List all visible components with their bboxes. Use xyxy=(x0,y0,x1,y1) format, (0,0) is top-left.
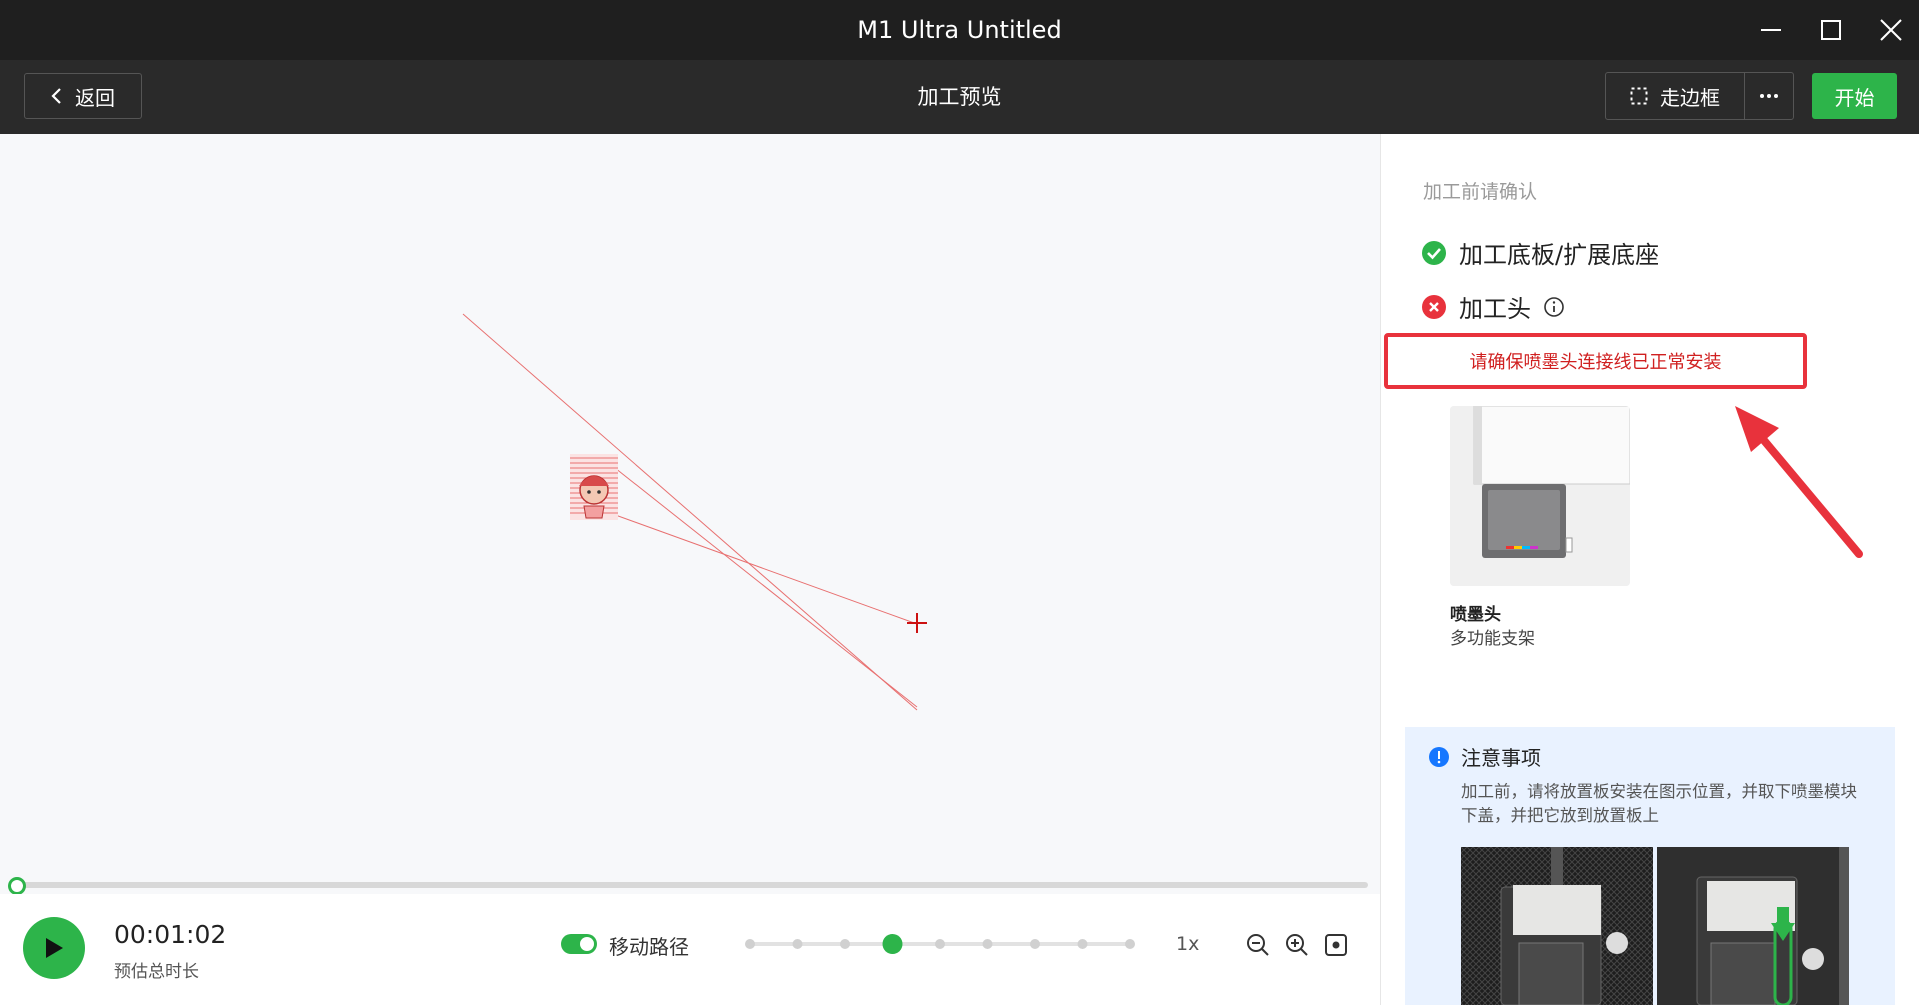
annotation-arrow-icon xyxy=(1735,406,1863,558)
info-circle-icon xyxy=(1429,746,1449,767)
travel-path-line xyxy=(584,503,918,625)
notice-title-text: 注意事项 xyxy=(1461,746,1541,770)
zoom-out-button[interactable] xyxy=(1246,933,1270,957)
info-circle-icon[interactable] xyxy=(1543,296,1565,318)
estimated-time-label: 预估总时长 xyxy=(114,962,199,982)
check-item-bed: 加工底板/扩展底座 xyxy=(1421,235,1659,270)
play-button[interactable] xyxy=(23,917,85,979)
fit-view-button[interactable] xyxy=(1324,933,1348,957)
progress-track[interactable] xyxy=(16,882,1368,888)
fit-view-icon xyxy=(1325,934,1347,956)
frame-button[interactable]: 走边框 xyxy=(1605,72,1745,120)
start-button[interactable]: 开始 xyxy=(1812,73,1897,119)
notice-title: 注意事项 xyxy=(1429,742,1541,771)
notice-text: 加工前，请将放置板安装在图示位置，并取下喷墨模块下盖，并把它放到放置板上 xyxy=(1461,782,1857,825)
notice-photo xyxy=(1461,847,1653,1005)
playback-bar: 00:01:02 预估总时长 移动路径 1x xyxy=(0,894,1380,1005)
speed-step xyxy=(935,939,945,949)
play-icon xyxy=(46,938,63,958)
module-subtitle: 多功能支架 xyxy=(1450,629,1535,649)
maximize-icon xyxy=(1821,20,1841,40)
travel-path-line xyxy=(609,463,918,708)
more-dots-icon xyxy=(1760,94,1778,98)
zoom-out-icon xyxy=(1247,934,1269,956)
back-button[interactable]: 返回 xyxy=(24,73,142,119)
progress-handle[interactable] xyxy=(8,877,26,895)
path-label: 移动路径 xyxy=(609,935,689,959)
frame-label: 走边框 xyxy=(1660,85,1720,110)
module-image-card[interactable] xyxy=(1450,406,1630,586)
maximize-button[interactable] xyxy=(1811,10,1851,50)
check-circle-icon xyxy=(1422,240,1446,265)
estimated-time-value: 00:01:02 xyxy=(114,920,227,949)
confirm-heading: 加工前请确认 xyxy=(1423,181,1538,203)
zoom-in-icon xyxy=(1286,934,1308,956)
speed-step xyxy=(1125,939,1135,949)
path-toggle[interactable] xyxy=(561,934,597,954)
speed-step xyxy=(840,939,850,949)
minimize-button[interactable] xyxy=(1751,10,1791,50)
dashed-square-icon xyxy=(1630,87,1648,105)
check-item-label: 加工头 xyxy=(1459,295,1531,323)
speed-label: 1x xyxy=(1176,933,1200,955)
module-title: 喷墨头 xyxy=(1450,605,1501,625)
close-circle-icon xyxy=(1422,294,1446,319)
close-button[interactable] xyxy=(1871,10,1911,50)
preview-canvas[interactable]: 00:01:02 预估总时长 移动路径 1x xyxy=(0,134,1380,1005)
more-button[interactable] xyxy=(1744,72,1794,120)
placement-board-image xyxy=(1657,847,1849,1005)
placement-board-image xyxy=(1461,847,1653,1005)
origin-crosshair-icon xyxy=(907,613,927,633)
travel-path-line xyxy=(462,313,918,711)
zoom-in-button[interactable] xyxy=(1285,933,1309,957)
speed-slider[interactable] xyxy=(740,932,1140,956)
check-item-label: 加工底板/扩展底座 xyxy=(1459,241,1660,269)
title-bar: M1 Ultra Untitled xyxy=(0,0,1919,60)
inkjet-head-image xyxy=(1450,406,1630,586)
toolbar: 返回 加工预览 走边框 开始 xyxy=(0,60,1919,134)
notice-box: 注意事项 加工前，请将放置板安装在图示位置，并取下喷墨模块下盖，并把它放到放置板… xyxy=(1405,727,1895,1005)
window-title: M1 Ultra Untitled xyxy=(857,16,1062,44)
engraving-preview xyxy=(570,454,618,520)
preview-drawing xyxy=(462,313,927,711)
chevron-left-icon xyxy=(51,88,61,104)
speed-step xyxy=(745,939,755,949)
back-label: 返回 xyxy=(75,85,115,110)
warning-message: 请确保喷墨头连接线已正常安装 xyxy=(1384,333,1807,389)
close-icon xyxy=(1880,19,1902,41)
speed-step xyxy=(792,939,803,949)
minimize-icon xyxy=(1761,29,1781,31)
speed-handle xyxy=(882,934,903,954)
notice-photo xyxy=(1657,847,1849,1005)
check-item-head: 加工头 xyxy=(1421,289,1565,324)
speed-step xyxy=(1030,939,1040,949)
speed-step xyxy=(982,939,993,949)
right-panel: 加工前请确认 加工底板/扩展底座 加工头 请确保喷墨头连接线已正常安装 喷墨头 … xyxy=(1380,134,1919,1005)
speed-step xyxy=(1077,939,1088,949)
